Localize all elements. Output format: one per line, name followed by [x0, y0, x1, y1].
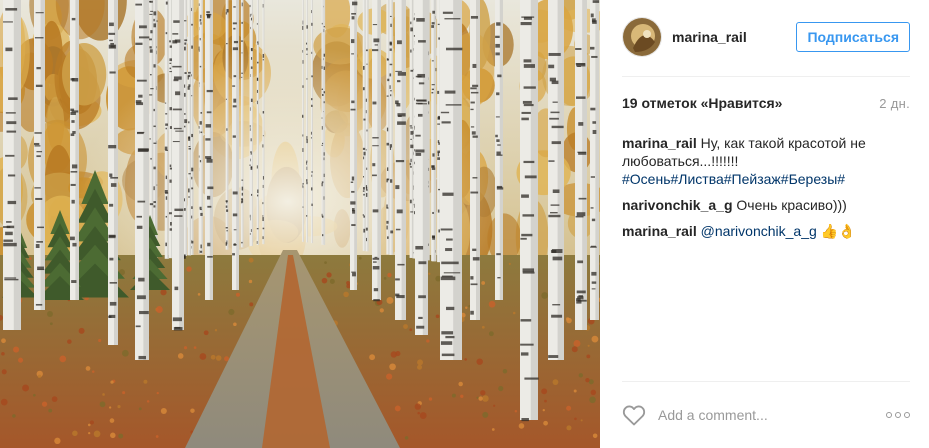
post: marina_rail Подписаться 19 отметок «Нрав… [0, 0, 929, 448]
comment-text: Очень красиво))) [736, 197, 847, 213]
post-actions [622, 401, 910, 429]
comments-list: marina_rail Ну, как такой красотой не лю… [622, 134, 910, 248]
comment-item: marina_rail @narivonchik_a_g 👍👌 [622, 222, 910, 240]
caption-comment: marina_rail Ну, как такой красотой не лю… [622, 134, 910, 188]
heart-icon[interactable] [622, 404, 646, 426]
header-divider [622, 76, 910, 77]
comment-mention[interactable]: @narivonchik_a_g [701, 223, 817, 239]
comment-username[interactable]: narivonchik_a_g [622, 197, 733, 213]
post-header: marina_rail Подписаться [622, 16, 910, 58]
comment-emoji: 👍👌 [820, 223, 856, 239]
post-author-username[interactable]: marina_rail [672, 29, 796, 45]
follow-button[interactable]: Подписаться [796, 22, 910, 52]
post-stats: 19 отметок «Нравится» 2 дн. [622, 95, 910, 111]
post-timestamp[interactable]: 2 дн. [879, 96, 910, 111]
comment-username[interactable]: marina_rail [622, 135, 697, 151]
avatar[interactable] [622, 17, 662, 57]
add-comment-input[interactable] [658, 407, 886, 423]
birch-forest-photo [0, 0, 600, 448]
comment-username[interactable]: marina_rail [622, 223, 697, 239]
post-details-panel: marina_rail Подписаться 19 отметок «Нрав… [600, 0, 929, 448]
more-options-icon[interactable] [886, 412, 910, 418]
comment-hashtags[interactable]: #Осень#Листва#Пейзаж#Березы# [622, 171, 845, 187]
actions-divider [622, 381, 910, 382]
post-photo[interactable] [0, 0, 600, 448]
comment-item: narivonchik_a_g Очень красиво))) [622, 196, 910, 214]
likes-count[interactable]: 19 отметок «Нравится» [622, 95, 782, 111]
